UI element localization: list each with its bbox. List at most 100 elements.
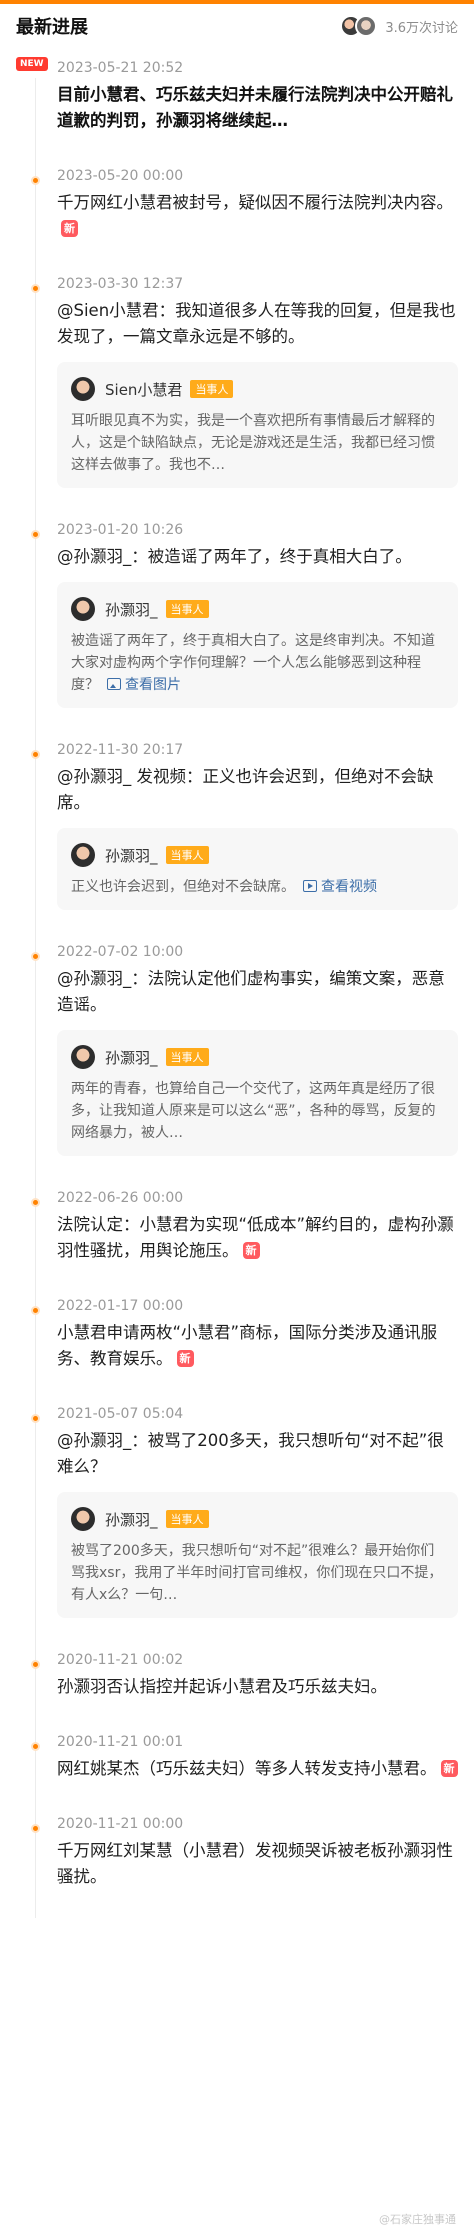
new-badge: 新	[440, 1760, 458, 1777]
author-avatar[interactable]	[71, 843, 95, 867]
section-header: 最新进展 3.6万次讨论	[0, 4, 474, 48]
quoted-post-body: 耳听眼见真不为实，我是一个喜欢把所有事情最后才解释的人，这是个缺陷缺点，无论是游…	[71, 413, 435, 473]
new-badge: 新	[176, 1350, 194, 1367]
quoted-post-text: 被骂了200多天，我只想听句“对不起”很难么？最开始你们骂我xsr，我用了半年时…	[71, 1540, 444, 1606]
author-name[interactable]: 孙灏羽_	[105, 1047, 158, 1068]
event-time: 2023-05-20 00:00	[57, 168, 184, 184]
event-text-body: @孙灏羽_：被骂了200多天，我只想听句“对不起”很难么？	[57, 1431, 444, 1476]
quoted-post-text: 被造谣了两年了，终于真相大白了。这是终审判决。不知道大家对虚构两个字作何理解？一…	[71, 630, 444, 696]
quoted-post-body: 被骂了200多天，我只想听句“对不起”很难么？最开始你们骂我xsr，我用了半年时…	[71, 1543, 443, 1603]
timeline-event[interactable]: 2021-05-07 05:04 @孙灏羽_：被骂了200多天，我只想听句“对不起…	[16, 1400, 458, 1646]
new-badge: 新	[61, 220, 78, 237]
author-avatar[interactable]	[71, 1507, 95, 1531]
participant-avatars	[340, 15, 378, 37]
event-text: 目前小慧君、巧乐兹夫妇并未履行法院判决中公开赔礼道歉的判罚，孙灏羽将继续起…	[57, 82, 458, 134]
timeline-event[interactable]: 2023-03-30 12:37 @Sien小慧君：我知道很多人在等我的回复，但是…	[16, 270, 458, 516]
event-text-body: 孙灏羽否认指控并起诉小慧君及巧乐兹夫妇。	[57, 1677, 387, 1696]
quoted-post-header: 孙灏羽_ 当事人	[71, 1506, 444, 1532]
timeline-event[interactable]: 2020-11-21 00:02 孙灏羽否认指控并起诉小慧君及巧乐兹夫妇。	[16, 1646, 458, 1728]
author-name[interactable]: 孙灏羽_	[105, 599, 158, 620]
timeline-dot	[31, 1414, 40, 1423]
timeline-event[interactable]: 2022-06-26 00:00 法院认定：小慧君为实现“低成本”解约目的，虚构孙…	[16, 1184, 458, 1292]
author-name[interactable]: Sien小慧君	[105, 379, 182, 400]
link-label: 查看图片	[125, 677, 181, 693]
timeline-event[interactable]: 2022-01-17 00:00 小慧君申请两枚“小慧君”商标，国际分类涉及通讯服…	[16, 1292, 458, 1400]
event-time: 2020-11-21 00:02	[57, 1652, 184, 1668]
author-avatar[interactable]	[71, 377, 95, 401]
event-time: 2023-05-21 20:52	[57, 60, 184, 76]
quoted-post-header: 孙灏羽_ 当事人	[71, 842, 444, 868]
party-tag: 当事人	[165, 1510, 209, 1528]
timeline-event[interactable]: 2022-07-02 10:00 @孙灏羽_：法院认定他们虚构事实，编策文案，恶意…	[16, 938, 458, 1184]
discussion-info[interactable]: 3.6万次讨论	[340, 15, 458, 37]
event-text-body: 小慧君申请两枚“小慧君”商标，国际分类涉及通讯服务、教育娱乐。	[57, 1323, 438, 1368]
event-text: @孙灏羽_：法院认定他们虚构事实，编策文案，恶意造谣。	[57, 966, 458, 1018]
quoted-post-card[interactable]: 孙灏羽_ 当事人被骂了200多天，我只想听句“对不起”很难么？最开始你们骂我xsr…	[57, 1492, 458, 1618]
party-tag: 当事人	[165, 1048, 209, 1066]
timeline-event[interactable]: 2023-05-20 00:00 千万网红小慧君被封号，疑似因不履行法院判决内容。…	[16, 162, 458, 270]
discussion-count: 3.6万次讨论	[385, 20, 458, 36]
event-text-body: 目前小慧君、巧乐兹夫妇并未履行法院判决中公开赔礼道歉的判罚，孙灏羽将继续起…	[57, 85, 453, 130]
event-text: @孙灏羽_：被骂了200多天，我只想听句“对不起”很难么？	[57, 1428, 458, 1480]
timeline-line	[35, 1400, 36, 1646]
quoted-post-text: 两年的青春，也算给自己一个交代了，这两年真是经历了很多，让我知道人原来是可以这么…	[71, 1078, 444, 1144]
quoted-post-card[interactable]: 孙灏羽_ 当事人正义也许会迟到，但绝对不会缺席。 查看视频	[57, 828, 458, 910]
timeline-line	[35, 270, 36, 516]
event-text-body: 千万网红小慧君被封号，疑似因不履行法院判决内容。	[57, 193, 453, 212]
timeline-dot	[31, 176, 40, 185]
video-icon	[303, 880, 317, 892]
timeline-event[interactable]: 2020-11-21 00:00 千万网红刘某慧（小慧君）发视频哭诉被老板孙灏羽性…	[16, 1810, 458, 1918]
event-text: @孙灏羽_：被造谣了两年了，终于真相大白了。	[57, 544, 458, 570]
event-time: 2020-11-21 00:00	[57, 1816, 184, 1832]
timeline-event[interactable]: 2020-11-21 00:01 网红姚某杰（巧乐兹夫妇）等多人转发支持小慧君。新	[16, 1728, 458, 1810]
event-text-body: 千万网红刘某慧（小慧君）发视频哭诉被老板孙灏羽性骚扰。	[57, 1841, 453, 1886]
timeline: NEW 2023-05-21 20:52 目前小慧君、巧乐兹夫妇并未履行法院判决中公…	[0, 48, 474, 1918]
event-text: 网红姚某杰（巧乐兹夫妇）等多人转发支持小慧君。新	[57, 1756, 458, 1782]
timeline-dot	[31, 1306, 40, 1315]
timeline-dot	[31, 1742, 40, 1751]
quoted-post-header: 孙灏羽_ 当事人	[71, 1044, 444, 1070]
event-text: 孙灏羽否认指控并起诉小慧君及巧乐兹夫妇。	[57, 1674, 458, 1700]
watermark: @石家庄独事通	[379, 2213, 456, 2226]
timeline-event[interactable]: NEW 2023-05-21 20:52 目前小慧君、巧乐兹夫妇并未履行法院判决中公…	[16, 54, 458, 162]
timeline-dot	[31, 1824, 40, 1833]
view-video-link[interactable]: 查看视频	[295, 879, 377, 895]
view-image-link[interactable]: 查看图片	[99, 677, 181, 693]
event-text: 小慧君申请两枚“小慧君”商标，国际分类涉及通讯服务、教育娱乐。新	[57, 1320, 458, 1372]
event-text-body: @孙灏羽_：法院认定他们虚构事实，编策文案，恶意造谣。	[57, 969, 445, 1014]
author-name[interactable]: 孙灏羽_	[105, 1509, 158, 1530]
quoted-post-text: 正义也许会迟到，但绝对不会缺席。 查看视频	[71, 876, 444, 898]
quoted-post-card[interactable]: 孙灏羽_ 当事人两年的青春，也算给自己一个交代了，这两年真是经历了很多，让我知道人…	[57, 1030, 458, 1156]
timeline-line	[35, 1728, 36, 1810]
party-tag: 当事人	[165, 600, 209, 618]
event-time: 2022-06-26 00:00	[57, 1190, 184, 1206]
event-text: 法院认定：小慧君为实现“低成本”解约目的，虚构孙灏羽性骚扰，用舆论施压。新	[57, 1212, 458, 1264]
quoted-post-card[interactable]: Sien小慧君 当事人 耳听眼见真不为实，我是一个喜欢把所有事情最后才解释的人，这是…	[57, 362, 458, 488]
image-icon	[107, 678, 121, 690]
event-text: @孙灏羽_ 发视频：正义也许会迟到，但绝对不会缺席。	[57, 764, 458, 816]
quoted-post-header: 孙灏羽_ 当事人	[71, 596, 444, 622]
event-time: 2023-01-20 10:26	[57, 522, 184, 538]
author-name[interactable]: 孙灏羽_	[105, 845, 158, 866]
quoted-post-card[interactable]: 孙灏羽_ 当事人被造谣了两年了，终于真相大白了。这是终审判决。不知道大家对虚构两个…	[57, 582, 458, 708]
event-text-body: @孙灏羽_ 发视频：正义也许会迟到，但绝对不会缺席。	[57, 767, 434, 812]
timeline-dot	[31, 750, 40, 759]
event-text: @Sien小慧君：我知道很多人在等我的回复，但是我也发现了，一篇文章永远是不够的…	[57, 298, 458, 350]
avatar	[355, 15, 378, 37]
timeline-event[interactable]: 2023-01-20 10:26 @孙灏羽_：被造谣了两年了，终于真相大白了。 孙灏…	[16, 516, 458, 736]
timeline-dot	[31, 952, 40, 961]
timeline-line	[35, 736, 36, 938]
event-time: 2022-01-17 00:00	[57, 1298, 184, 1314]
author-avatar[interactable]	[71, 597, 95, 621]
link-label: 查看视频	[321, 879, 377, 895]
section-title: 最新进展	[16, 17, 88, 38]
timeline-line	[35, 78, 36, 162]
timeline-event[interactable]: 2022-11-30 20:17 @孙灏羽_ 发视频：正义也许会迟到，但绝对不会缺…	[16, 736, 458, 938]
quoted-post-body: 正义也许会迟到，但绝对不会缺席。	[71, 879, 295, 895]
timeline-dot	[31, 1660, 40, 1669]
new-badge: 新	[242, 1242, 260, 1259]
event-text-body: @Sien小慧君：我知道很多人在等我的回复，但是我也发现了，一篇文章永远是不够的…	[57, 301, 456, 346]
party-tag: 当事人	[165, 846, 209, 864]
timeline-line	[35, 1646, 36, 1728]
author-avatar[interactable]	[71, 1045, 95, 1069]
